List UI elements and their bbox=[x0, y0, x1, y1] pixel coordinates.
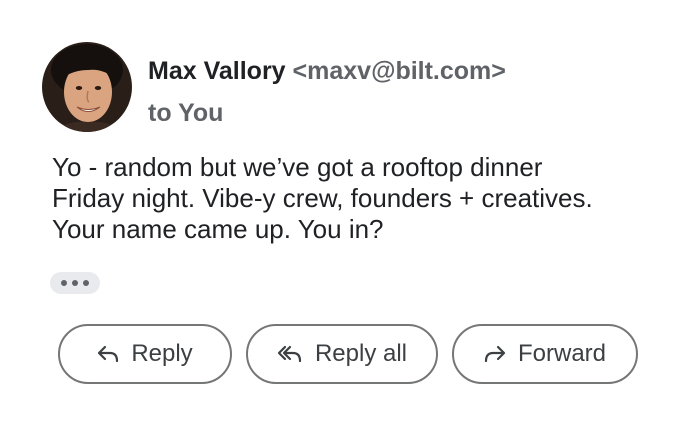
forward-button[interactable]: Forward bbox=[452, 324, 638, 384]
forward-label: Forward bbox=[517, 340, 607, 367]
avatar[interactable] bbox=[42, 42, 132, 132]
message-body-line: Your name came up. You in? bbox=[52, 214, 384, 244]
reply-all-button[interactable]: Reply all bbox=[246, 324, 438, 384]
reply-all-label: Reply all bbox=[314, 340, 408, 367]
message-body-line: Friday night. Vibe-y crew, founders + cr… bbox=[52, 183, 593, 213]
reply-icon bbox=[97, 345, 119, 363]
reply-all-icon bbox=[277, 345, 303, 363]
more-horiz-icon-dot bbox=[72, 280, 78, 286]
more-horiz-icon bbox=[61, 280, 67, 286]
sender-email: <maxv@bilt.com> bbox=[292, 57, 506, 85]
sender-name[interactable]: Max Vallory bbox=[148, 57, 286, 85]
show-trimmed-content-button[interactable] bbox=[50, 272, 100, 294]
reply-button[interactable]: Reply bbox=[58, 324, 232, 384]
message-body: Yo - random but we’ve got a rooftop dinn… bbox=[52, 152, 672, 245]
avatar-image bbox=[42, 42, 132, 132]
message-body-line: Yo - random but we’ve got a rooftop dinn… bbox=[52, 152, 543, 182]
recipient-line[interactable]: to You bbox=[148, 98, 223, 128]
reply-label: Reply bbox=[131, 340, 193, 367]
forward-icon bbox=[484, 345, 506, 363]
more-horiz-icon-dot bbox=[83, 280, 89, 286]
sender: Max Vallory <maxv@bilt.com> bbox=[148, 56, 506, 86]
